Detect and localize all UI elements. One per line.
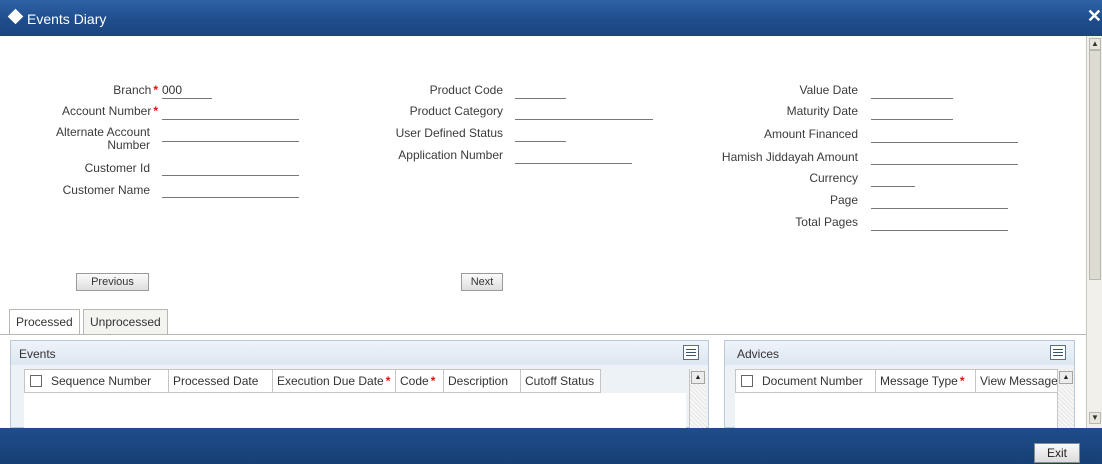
- scroll-thumb[interactable]: [1089, 50, 1101, 280]
- column-code[interactable]: Code *: [396, 370, 444, 392]
- advices-grid-body: [735, 393, 1057, 428]
- advices-title: Advices: [737, 347, 780, 361]
- scroll-up-icon[interactable]: ▲: [1089, 38, 1101, 50]
- events-select-all-checkbox[interactable]: [30, 375, 42, 387]
- customer-id-field[interactable]: [162, 158, 299, 176]
- column-sequence-number[interactable]: Sequence Number: [47, 370, 169, 392]
- alternate-account-number-label: Alternate Account Number: [55, 125, 150, 152]
- advices-panel: Advices Document Number Message Type * Vi…: [724, 340, 1075, 428]
- main-scrollbar[interactable]: ▲ ▼: [1086, 36, 1102, 428]
- branch-field[interactable]: [162, 81, 212, 99]
- currency-field[interactable]: [871, 169, 915, 187]
- total-pages-field[interactable]: [871, 213, 1008, 231]
- tab-unprocessed[interactable]: Unprocessed: [83, 309, 168, 335]
- total-pages-label: Total Pages: [795, 215, 858, 229]
- window-titlebar: Events Diary ✕: [0, 0, 1102, 36]
- application-number-field[interactable]: [515, 146, 632, 164]
- column-description[interactable]: Description: [444, 370, 521, 392]
- user-defined-status-field[interactable]: [515, 124, 566, 142]
- advices-panel-header: Advices: [725, 341, 1074, 365]
- account-number-label: Account Number *: [61, 104, 158, 118]
- hamish-jiddayah-amount-label: Hamish Jiddayah Amount: [721, 150, 858, 164]
- events-panel-header: Events: [11, 341, 708, 365]
- events-grid-body: [24, 393, 686, 428]
- column-view-message[interactable]: View Message: [976, 370, 1061, 392]
- value-date-field[interactable]: [871, 81, 953, 99]
- amount-financed-label: Amount Financed: [763, 127, 858, 141]
- events-panel: Events Sequence Number Processed Date Ex…: [10, 340, 709, 428]
- maturity-date-field[interactable]: [871, 102, 953, 120]
- customer-name-field[interactable]: [162, 180, 299, 198]
- tab-divider: [0, 334, 1086, 335]
- close-icon[interactable]: ✕: [1087, 6, 1102, 27]
- amount-financed-field[interactable]: [871, 125, 1018, 143]
- customer-name-label: Customer Name: [62, 183, 150, 197]
- value-date-label: Value Date: [799, 83, 858, 97]
- hamish-jiddayah-amount-field[interactable]: [871, 147, 1018, 165]
- account-number-field[interactable]: [162, 102, 299, 120]
- events-grid-header: Sequence Number Processed Date Execution…: [24, 369, 601, 393]
- maturity-date-label: Maturity Date: [786, 104, 858, 118]
- advices-select-all-checkbox[interactable]: [741, 375, 753, 387]
- column-execution-due-date[interactable]: Execution Due Date *: [273, 370, 396, 392]
- alternate-account-number-field[interactable]: [162, 124, 299, 142]
- advices-grid-scrollbar[interactable]: ▲: [1057, 369, 1074, 428]
- scroll-up-icon[interactable]: ▲: [691, 371, 705, 384]
- previous-button[interactable]: Previous: [76, 273, 149, 291]
- column-cutoff-status[interactable]: Cutoff Status: [521, 370, 602, 392]
- grid-settings-icon[interactable]: [683, 345, 699, 360]
- currency-label: Currency: [809, 171, 858, 185]
- window-title: Events Diary: [27, 11, 107, 27]
- product-code-label: Product Code: [429, 83, 503, 97]
- application-number-label: Application Number: [398, 148, 503, 162]
- column-message-type[interactable]: Message Type *: [876, 370, 976, 392]
- product-category-field[interactable]: [515, 102, 653, 120]
- next-button[interactable]: Next: [461, 273, 503, 291]
- advices-grid-header: Document Number Message Type * View Messa…: [735, 369, 1061, 393]
- product-code-field[interactable]: [515, 81, 566, 99]
- events-title: Events: [19, 347, 56, 361]
- grid-settings-icon[interactable]: [1050, 345, 1066, 360]
- user-defined-status-label: User Defined Status: [395, 126, 503, 140]
- footer-bar: [0, 428, 1102, 464]
- events-grid-scrollbar[interactable]: ▲: [689, 369, 706, 428]
- window-diamond-icon: [7, 8, 24, 25]
- branch-label: Branch *: [113, 83, 158, 97]
- customer-id-label: Customer Id: [84, 161, 150, 175]
- page-field[interactable]: [871, 191, 1008, 209]
- column-processed-date[interactable]: Processed Date: [169, 370, 273, 392]
- column-document-number[interactable]: Document Number: [758, 370, 876, 392]
- page-label: Page: [829, 193, 858, 207]
- scroll-down-icon[interactable]: ▼: [1089, 412, 1101, 424]
- scroll-up-icon[interactable]: ▲: [1059, 371, 1073, 384]
- tab-processed[interactable]: Processed: [9, 309, 80, 335]
- product-category-label: Product Category: [409, 104, 503, 118]
- exit-button[interactable]: Exit: [1034, 443, 1080, 463]
